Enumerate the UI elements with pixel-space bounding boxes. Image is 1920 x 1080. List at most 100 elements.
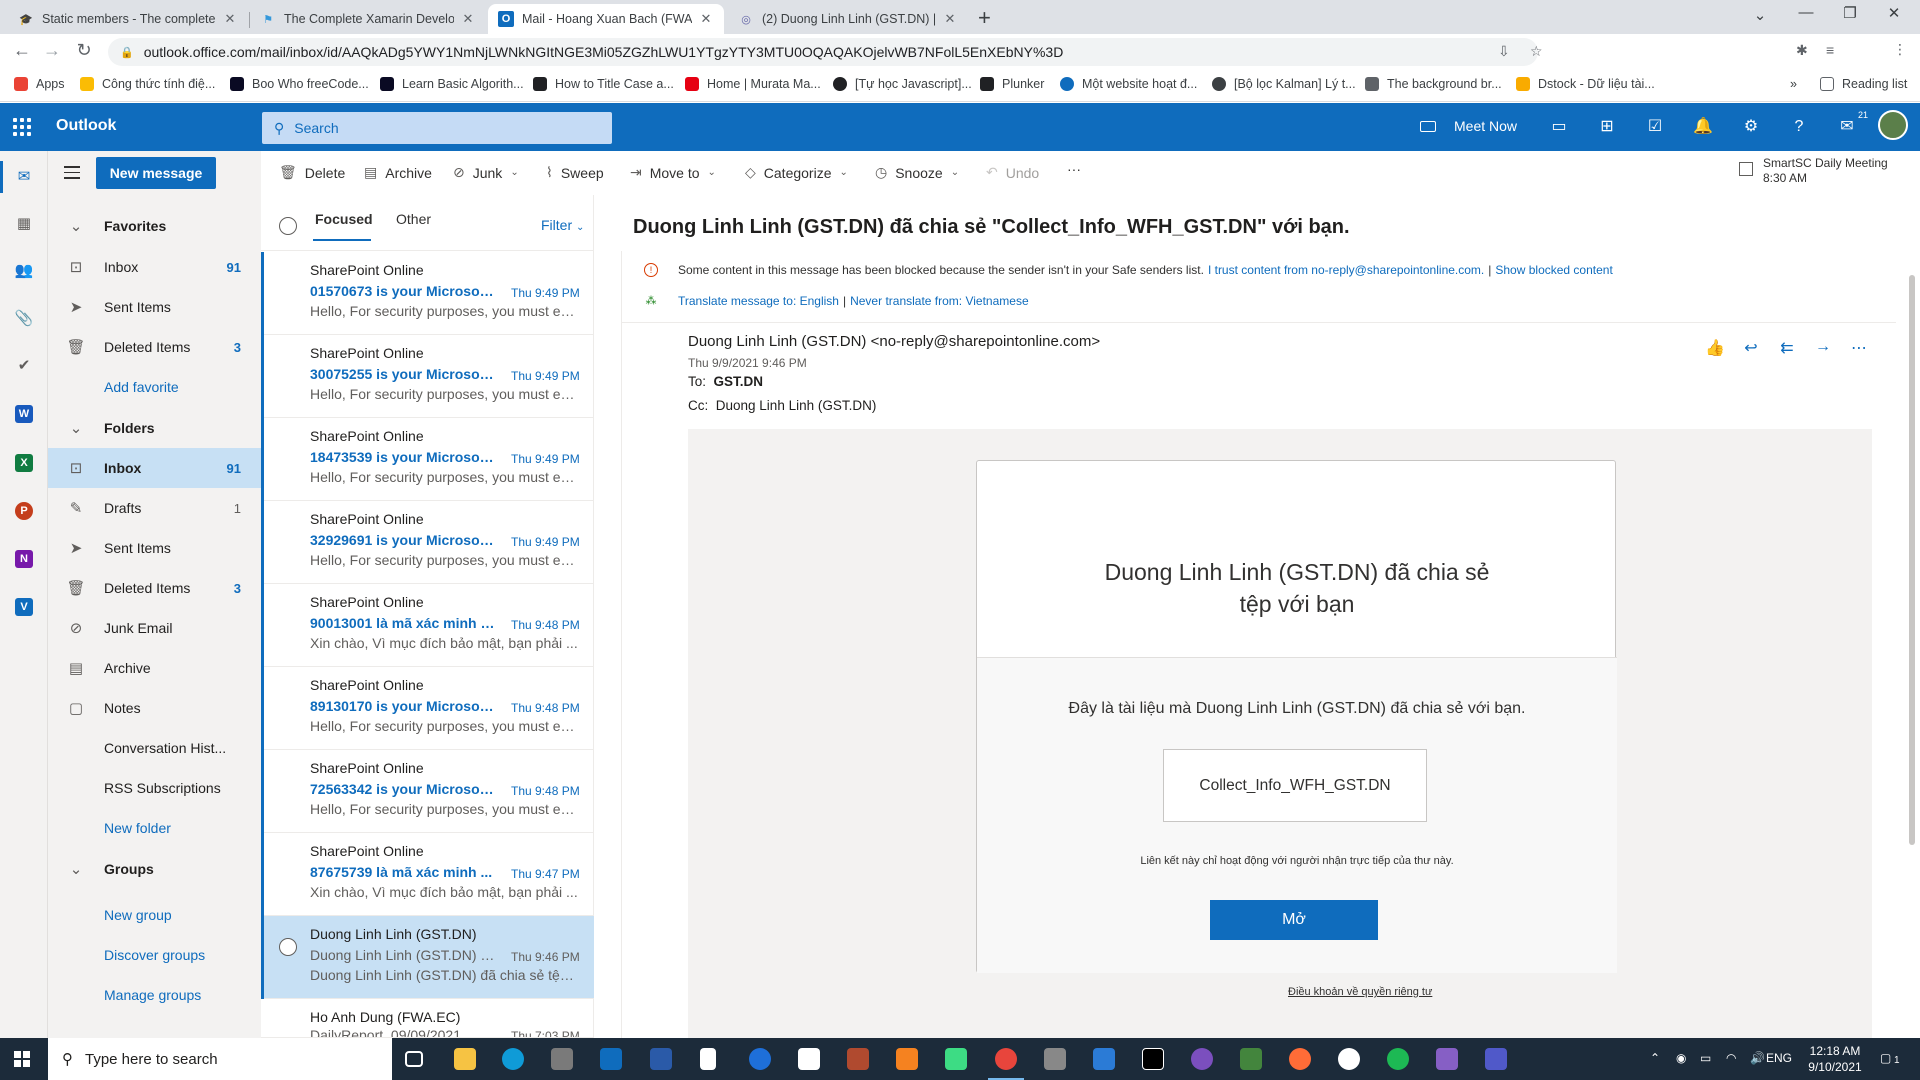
list-item[interactable]: SharePoint Online 90013001 là mã xác min… (261, 584, 594, 667)
favorites-header[interactable]: ⌄ Favorites (48, 206, 261, 246)
minimize-icon[interactable]: — (1796, 4, 1816, 21)
taskbar-search-input[interactable]: ⚲ Type here to search (48, 1038, 392, 1080)
reload-icon[interactable]: ↻ (72, 40, 96, 61)
windows-start-icon[interactable] (14, 1051, 30, 1067)
new-group-link[interactable]: New group (48, 895, 261, 935)
bookmark-apps[interactable]: Apps (14, 77, 65, 91)
to-do-icon[interactable]: ☑ (1645, 117, 1665, 137)
archive-button[interactable]: ▤ Archive (364, 164, 432, 181)
intellij-icon[interactable] (1142, 1048, 1164, 1070)
browser-tab-1[interactable]: 🎓 Static members - The complete C ✕ (8, 4, 248, 34)
document-icon[interactable] (700, 1048, 716, 1070)
bookmark-item[interactable]: Một website hoạt đ... (1060, 77, 1197, 91)
onenote-icon[interactable]: N (15, 550, 33, 568)
list-item[interactable]: SharePoint Online 87675739 là mã xác min… (261, 833, 594, 916)
app-name[interactable]: Outlook (56, 117, 116, 135)
tab-focused[interactable]: Focused (315, 211, 373, 227)
close-icon[interactable]: ✕ (460, 11, 476, 27)
excel-icon[interactable]: X (15, 454, 33, 472)
junk-button[interactable]: ⊘ Junk ⌄ (453, 164, 519, 181)
powerpoint-icon[interactable]: P (15, 502, 33, 520)
battery-icon[interactable]: ▭ (1700, 1051, 1711, 1065)
store-icon[interactable] (551, 1048, 573, 1070)
email-sender[interactable]: Duong Linh Linh (GST.DN) <no-reply@share… (688, 333, 1100, 350)
new-tab-button[interactable]: + (978, 5, 991, 31)
avatar[interactable] (1878, 110, 1908, 140)
mail-icon[interactable]: ✉ (14, 167, 34, 187)
forward-icon[interactable]: → (40, 40, 64, 61)
snooze-button[interactable]: ◷ Snooze ⌄ (875, 164, 959, 181)
discover-groups-link[interactable]: Discover groups (48, 935, 261, 975)
file-explorer-icon[interactable] (454, 1048, 476, 1070)
groups-header[interactable]: ⌄ Groups (48, 849, 261, 889)
android-studio-icon[interactable] (945, 1048, 967, 1070)
sweep-button[interactable]: ⌇ Sweep (546, 164, 604, 181)
more-actions-button[interactable]: ··· (1067, 161, 1081, 177)
bookmark-item[interactable]: Boo Who freeCode... (230, 77, 369, 91)
like-icon[interactable]: 👍 (1704, 338, 1726, 358)
app-icon[interactable] (847, 1048, 869, 1070)
bookmark-star-icon[interactable]: ☆ (1530, 43, 1543, 60)
open-button[interactable]: Mở (1210, 900, 1378, 940)
folder-drafts[interactable]: ✎ Drafts 1 (48, 488, 261, 528)
show-blocked-content-link[interactable]: Show blocked content (1495, 263, 1612, 277)
delete-button[interactable]: 🗑 Delete (279, 164, 345, 181)
teamviewer-icon[interactable] (749, 1048, 771, 1070)
word-icon[interactable]: W (15, 405, 33, 423)
bookmark-item[interactable]: Công thức tính điệ... (80, 77, 215, 91)
list-item[interactable]: SharePoint Online 72563342 is your Micro… (261, 750, 594, 833)
bell-icon[interactable]: 🔔 (1693, 117, 1713, 137)
back-icon[interactable]: ← (10, 40, 34, 61)
select-all-checkbox[interactable] (279, 217, 297, 235)
browser-tab-3-active[interactable]: O Mail - Hoang Xuan Bach (FWA.EC ✕ (488, 4, 724, 34)
task-view-icon[interactable] (405, 1051, 423, 1067)
reading-pane-scrollbar[interactable] (1909, 275, 1915, 845)
yammer-icon[interactable]: V (15, 598, 33, 616)
puzzle-icon[interactable]: ✱ (1796, 42, 1808, 59)
teams-icon[interactable] (1485, 1048, 1507, 1070)
tab-search-icon[interactable]: ⌄ (1750, 6, 1770, 24)
feedback-icon[interactable]: ✉ (1837, 117, 1857, 137)
bookmark-item[interactable]: Dstock - Dữ liệu tài... (1516, 77, 1655, 91)
select-checkbox[interactable] (279, 938, 297, 956)
tray-app-icon[interactable]: ◉ (1676, 1051, 1686, 1065)
dev-app-icon[interactable] (650, 1048, 672, 1070)
language-indicator[interactable]: ENG (1766, 1051, 1792, 1065)
hamburger-menu-icon[interactable] (64, 166, 80, 183)
move-to-button[interactable]: ⇥ Move to ⌄ (630, 164, 716, 181)
bookmark-item[interactable]: [Tự học Javascript]... (833, 77, 972, 91)
address-bar[interactable]: 🔒 outlook.office.com/mail/inbox/id/AAQkA… (108, 38, 1538, 66)
github-desktop-icon[interactable] (1191, 1048, 1213, 1070)
chevron-up-icon[interactable]: ⌃ (1650, 1051, 1660, 1065)
tab-other[interactable]: Other (396, 211, 431, 227)
app-icon[interactable] (896, 1048, 918, 1070)
app-launcher-icon[interactable] (13, 118, 31, 136)
wifi-icon[interactable]: ◠ (1726, 1051, 1736, 1065)
favorite-deleted-items[interactable]: 🗑 Deleted Items 3 (48, 327, 261, 367)
folder-conversation-history[interactable]: Conversation Hist... (48, 728, 261, 768)
meet-now-button[interactable]: Meet Now (1420, 118, 1517, 134)
reply-all-icon[interactable]: ⇇ (1776, 338, 1798, 358)
close-icon[interactable]: ✕ (698, 11, 714, 27)
list-item[interactable]: SharePoint Online 32929691 is your Micro… (261, 501, 594, 584)
bookmark-item[interactable]: The background br... (1365, 77, 1502, 91)
more-bookmarks-icon[interactable]: » (1790, 77, 1797, 91)
kebab-menu-icon[interactable]: ⋮ (1893, 41, 1907, 58)
list-item-selected[interactable]: Duong Linh Linh (GST.DN) Duong Linh Linh… (261, 916, 594, 999)
undo-button[interactable]: ↶ Undo (986, 164, 1039, 181)
never-translate-link[interactable]: Never translate from: Vietnamese (850, 294, 1029, 308)
bookmark-item[interactable]: How to Title Case a... (533, 77, 674, 91)
shared-file-link[interactable]: Collect_Info_WFH_GST.DN (1163, 749, 1427, 822)
app-icon[interactable] (798, 1048, 820, 1070)
new-folder-link[interactable]: New folder (48, 808, 261, 848)
folder-notes[interactable]: ▢ Notes (48, 688, 261, 728)
list-item[interactable]: SharePoint Online 89130170 is your Micro… (261, 667, 594, 750)
cc-recipient[interactable]: Duong Linh Linh (GST.DN) (716, 398, 877, 413)
help-icon[interactable]: ? (1789, 117, 1809, 137)
list-item[interactable]: SharePoint Online 30075255 is your Micro… (261, 335, 594, 418)
spotify-icon[interactable] (1387, 1048, 1409, 1070)
office-icon[interactable]: ⊞ (1597, 117, 1617, 137)
forward-icon[interactable]: → (1812, 338, 1834, 356)
more-options-icon[interactable]: ⋯ (1848, 338, 1870, 358)
categorize-button[interactable]: ◇ Categorize ⌄ (745, 164, 848, 181)
